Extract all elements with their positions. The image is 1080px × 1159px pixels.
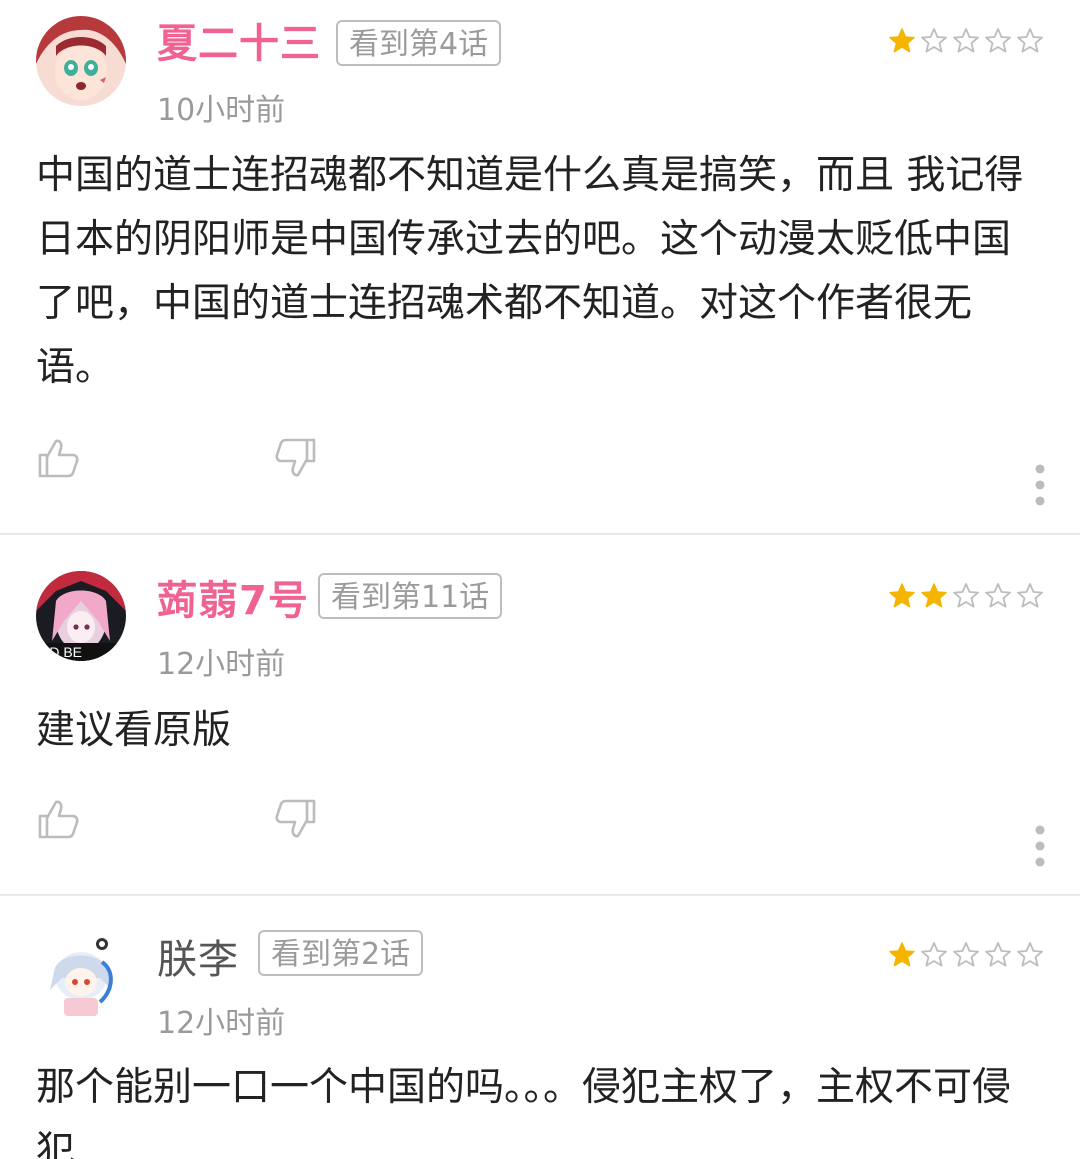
star-rating xyxy=(888,27,1044,55)
star-empty-icon xyxy=(952,941,980,969)
star-empty-icon xyxy=(1016,582,1044,610)
avatar[interactable] xyxy=(36,932,126,1022)
more-vertical-icon xyxy=(1035,464,1045,506)
progress-badge: 看到第4话 xyxy=(336,20,502,66)
star-filled-icon xyxy=(888,941,916,969)
avatar[interactable] xyxy=(36,16,126,106)
thumbs-up-icon xyxy=(38,800,79,839)
comment-text: 建议看原版 xyxy=(36,708,232,753)
star-empty-icon xyxy=(952,27,980,55)
comment-item: AD BE 蒟蒻7号 看到第11话 12小时前 建议看原版 xyxy=(0,535,1080,896)
star-empty-icon xyxy=(1016,941,1044,969)
star-filled-icon xyxy=(888,27,916,55)
timestamp: 10小时前 xyxy=(157,93,286,128)
star-empty-icon xyxy=(984,27,1012,55)
star-empty-icon xyxy=(984,582,1012,610)
thumbs-down-icon xyxy=(275,438,316,477)
svg-text:AD BE: AD BE xyxy=(40,644,82,660)
star-empty-icon xyxy=(920,941,948,969)
like-button[interactable] xyxy=(36,436,80,480)
username[interactable]: 蒟蒻7号 xyxy=(157,575,309,627)
like-button[interactable] xyxy=(36,797,80,841)
star-rating xyxy=(888,941,1044,969)
username[interactable]: 夏二十三 xyxy=(157,18,321,70)
star-filled-icon xyxy=(920,582,948,610)
timestamp: 12小时前 xyxy=(157,1006,286,1041)
star-filled-icon xyxy=(888,582,916,610)
thumbs-down-icon xyxy=(275,799,316,838)
avatar[interactable]: AD BE xyxy=(36,571,126,661)
timestamp: 12小时前 xyxy=(157,647,286,682)
more-options-button[interactable] xyxy=(1034,825,1046,867)
more-vertical-icon xyxy=(1035,825,1045,867)
thumbs-up-icon xyxy=(38,439,79,478)
star-empty-icon xyxy=(920,27,948,55)
comment-item: 夏二十三 看到第4话 10小时前 中国的道士连招魂都不知道是什么真是搞笑，而且 … xyxy=(0,0,1080,535)
comment-item: 朕李 看到第2话 12小时前 那个能别一口一个中国的吗。。。侵犯主权了，主权不可… xyxy=(0,896,1080,1159)
more-options-button[interactable] xyxy=(1034,464,1046,506)
star-empty-icon xyxy=(952,582,980,610)
star-empty-icon xyxy=(984,941,1012,969)
comment-feed: 夏二十三 看到第4话 10小时前 中国的道士连招魂都不知道是什么真是搞笑，而且 … xyxy=(0,0,1080,1159)
comment-text: 那个能别一口一个中国的吗。。。侵犯主权了，主权不可侵犯 xyxy=(36,1065,1012,1159)
progress-badge: 看到第2话 xyxy=(258,930,424,976)
star-empty-icon xyxy=(1016,27,1044,55)
comment-text: 中国的道士连招魂都不知道是什么真是搞笑，而且 我记得日本的阴阳师是中国传承过去的… xyxy=(36,153,1024,390)
username[interactable]: 朕李 xyxy=(157,934,239,986)
dislike-button[interactable] xyxy=(274,797,318,841)
progress-badge: 看到第11话 xyxy=(318,573,503,619)
dislike-button[interactable] xyxy=(274,436,318,480)
star-rating xyxy=(888,582,1044,610)
